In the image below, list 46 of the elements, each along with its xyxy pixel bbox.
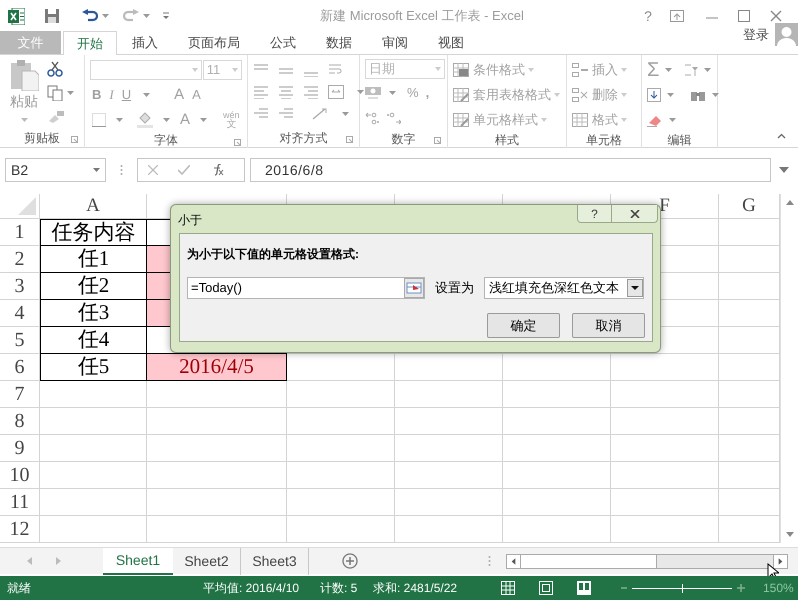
- row-header[interactable]: 12: [0, 516, 40, 543]
- table-cell: 任3: [40, 300, 147, 327]
- table-cell: 2016/4/5: [147, 354, 287, 381]
- group-label: 编辑: [668, 132, 692, 149]
- status-text: 就绪: [7, 580, 32, 597]
- row-header[interactable]: 7: [0, 381, 40, 408]
- dialog-button[interactable]: 取消: [572, 313, 645, 338]
- sheet-tab[interactable]: Sheet1: [103, 548, 173, 574]
- row-header[interactable]: 8: [0, 408, 40, 435]
- sign-in-link[interactable]: 登录: [743, 24, 769, 44]
- ribbon-tab[interactable]: 审阅: [369, 31, 421, 54]
- name-box[interactable]: B2: [5, 158, 106, 182]
- group-label: 字体: [154, 132, 178, 149]
- dialog-title: 小于: [178, 212, 202, 229]
- ribbon-tab[interactable]: 页面布局: [175, 31, 253, 54]
- value-field[interactable]: =Today(): [187, 277, 425, 299]
- table-cell: 任4: [40, 327, 147, 354]
- table-cell: 任5: [40, 354, 147, 381]
- sheet-tab[interactable]: Sheet2: [173, 548, 241, 574]
- sum-readout: 求和: 2481/5/22: [373, 580, 458, 597]
- ribbon-tab[interactable]: 插入: [119, 31, 171, 54]
- format-dropdown[interactable]: 浅红填充色深红色文本: [484, 277, 644, 299]
- format-label: 设置为: [435, 279, 474, 298]
- dialog-prompt: 为小于以下值的单元格设置格式:: [187, 246, 360, 263]
- column-header[interactable]: G: [719, 194, 780, 219]
- dialog-button[interactable]: 确定: [487, 313, 560, 338]
- ribbon-tab[interactable]: 公式: [257, 31, 309, 54]
- average-readout: 平均值: 2016/4/10: [203, 580, 300, 597]
- formula-field[interactable]: 2016/6/8: [250, 158, 771, 182]
- ribbon-tab[interactable]: 数据: [313, 31, 365, 54]
- sheet-tab[interactable]: Sheet3: [241, 548, 309, 574]
- group-label: 对齐方式: [280, 130, 328, 147]
- table-cell: 任2: [40, 273, 147, 300]
- row-header[interactable]: 11: [0, 489, 40, 516]
- group-label: 样式: [495, 132, 519, 149]
- ribbon-tab[interactable]: 开始: [63, 31, 117, 55]
- group-label: 剪贴板: [24, 130, 60, 147]
- row-header[interactable]: 9: [0, 435, 40, 462]
- count-readout: 计数: 5: [320, 580, 358, 597]
- group-label: 单元格: [586, 132, 622, 149]
- group-label: 数字: [392, 130, 416, 148]
- table-cell: 任务内容: [40, 219, 147, 246]
- window-title: 新建 Microsoft Excel 工作表 - Excel: [319, 7, 525, 26]
- row-header[interactable]: 10: [0, 462, 40, 489]
- ribbon-tab[interactable]: 视图: [425, 31, 477, 54]
- table-cell: 任1: [40, 246, 147, 273]
